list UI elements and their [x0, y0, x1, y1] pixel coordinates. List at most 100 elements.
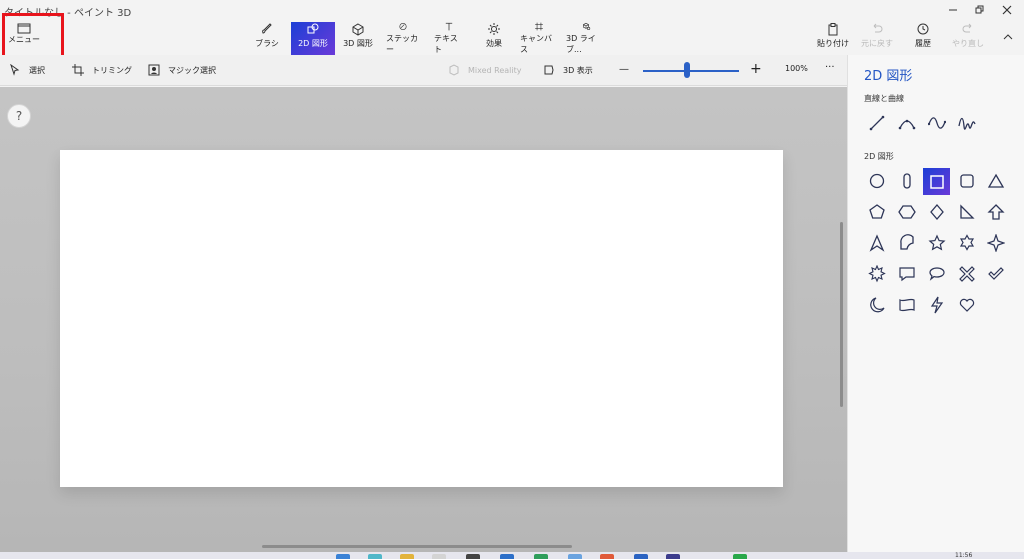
- minimize-button[interactable]: [940, 2, 966, 18]
- history-button[interactable]: 履歴: [910, 22, 936, 55]
- taskbar-app-icon[interactable]: [400, 554, 414, 559]
- line-shape-straight[interactable]: [865, 111, 889, 135]
- line-shape-wave[interactable]: [925, 111, 949, 135]
- shape-burst[interactable]: [865, 262, 889, 286]
- menu-button[interactable]: メニュー: [4, 22, 44, 54]
- shape-star-6[interactable]: [955, 231, 979, 255]
- history-label: 履歴: [915, 39, 931, 48]
- paste-icon: [828, 23, 838, 36]
- shape-quarter-circle[interactable]: [895, 231, 919, 255]
- zoom-level[interactable]: 100%: [785, 64, 808, 73]
- select-tool[interactable]: 選択: [9, 64, 45, 76]
- mixed-reality-icon: [449, 64, 459, 76]
- cursor-icon: [10, 64, 20, 76]
- shape-triangle[interactable]: [984, 169, 1008, 193]
- shape-pentagon[interactable]: [865, 200, 889, 224]
- zoom-out-button[interactable]: —: [619, 64, 629, 75]
- paste-button[interactable]: 貼り付け: [817, 22, 849, 55]
- tool-2d-shapes[interactable]: 2D 図形: [291, 22, 335, 55]
- zoom-in-button[interactable]: +: [750, 61, 762, 77]
- shape-speech-rect[interactable]: [895, 262, 919, 286]
- taskbar-app-icon[interactable]: [368, 554, 382, 559]
- shape-arrow-up[interactable]: [984, 200, 1008, 224]
- vertical-scrollbar[interactable]: [840, 222, 843, 407]
- taskbar-app-icon[interactable]: [534, 554, 548, 559]
- taskbar-app-icon[interactable]: [336, 554, 350, 559]
- mixed-reality-button[interactable]: Mixed Reality: [448, 64, 522, 76]
- shape-circle[interactable]: [865, 169, 889, 193]
- shape-checkmark[interactable]: [984, 262, 1008, 286]
- hexagon-icon: [898, 205, 916, 219]
- tool-3d-library[interactable]: 3D ライブ...: [566, 22, 606, 55]
- tool-stickers[interactable]: ステッカー: [386, 22, 420, 55]
- drawing-canvas[interactable]: [60, 150, 783, 487]
- top-ribbon: タイトルなし - ペイント 3D メニュー ブラシ 2D 図形 3D 図形 ステ…: [0, 0, 1024, 65]
- undo-icon: [873, 23, 883, 33]
- taskbar-app-icon[interactable]: [634, 554, 648, 559]
- close-icon: [1002, 5, 1012, 15]
- canvas-icon: [535, 22, 543, 31]
- tool-effects[interactable]: 効果: [482, 22, 506, 55]
- text-icon: [445, 22, 453, 31]
- crop-tool[interactable]: トリミング: [72, 64, 132, 76]
- view-3d-button[interactable]: 3D 表示: [543, 64, 593, 76]
- close-button[interactable]: [994, 2, 1020, 18]
- shape-speech-oval[interactable]: [925, 262, 949, 286]
- shape-crescent[interactable]: [865, 293, 889, 317]
- taskbar-app-icon[interactable]: [666, 554, 680, 559]
- taskbar-app-icon[interactable]: [466, 554, 480, 559]
- horizontal-scrollbar[interactable]: [262, 545, 572, 548]
- shape-heart[interactable]: [955, 293, 979, 317]
- line-shape-arc[interactable]: [895, 111, 919, 135]
- redo-button[interactable]: やり直し: [952, 22, 984, 55]
- panel-title: 2D 図形: [864, 69, 913, 84]
- magic-select-tool[interactable]: マジック選択: [148, 64, 216, 76]
- taskbar-app-icon[interactable]: [500, 554, 514, 559]
- shape-hexagon[interactable]: [895, 200, 919, 224]
- shape-capsule[interactable]: [895, 169, 919, 193]
- line-shape-zigzag[interactable]: [955, 111, 979, 135]
- taskbar-clock[interactable]: 11:56: [955, 552, 972, 559]
- tool-stickers-label: ステッカー: [386, 34, 418, 54]
- minimize-icon: [949, 9, 957, 11]
- shape-diamond[interactable]: [925, 200, 949, 224]
- tool-brush-label: ブラシ: [255, 39, 279, 48]
- cross-icon: [959, 266, 975, 282]
- zoom-slider-thumb[interactable]: [684, 62, 691, 78]
- heart-icon: [959, 298, 975, 312]
- tool-canvas-label: キャンバス: [520, 34, 552, 54]
- six-point-star-icon: [959, 234, 975, 251]
- tool-brush[interactable]: ブラシ: [253, 22, 281, 55]
- more-options-button[interactable]: ···: [825, 62, 835, 73]
- shape-lightning[interactable]: [925, 293, 949, 317]
- tool-canvas[interactable]: キャンバス: [520, 22, 558, 55]
- lightning-icon: [930, 296, 944, 314]
- magic-select-label: マジック選択: [168, 65, 216, 75]
- taskbar-app-icon[interactable]: [432, 554, 446, 559]
- tool-text[interactable]: テキスト: [434, 22, 464, 55]
- zoom-slider-track[interactable]: [643, 70, 739, 72]
- arrowhead-icon: [869, 234, 885, 252]
- shape-banner[interactable]: [895, 293, 919, 317]
- redo-icon: [962, 23, 972, 33]
- shape-cross[interactable]: [955, 262, 979, 286]
- shape-rounded-square[interactable]: [955, 169, 979, 193]
- view-3d-label: 3D 表示: [563, 65, 593, 75]
- shape-star-5[interactable]: [925, 231, 949, 255]
- shapes-panel: 2D 図形 直線と曲線 2D 図形: [847, 55, 1024, 552]
- capsule-icon: [903, 173, 911, 189]
- shape-square[interactable]: [923, 168, 950, 195]
- taskbar-app-icon[interactable]: [568, 554, 582, 559]
- zoom-out-label: —: [619, 64, 629, 75]
- undo-button[interactable]: 元に戻す: [861, 22, 893, 55]
- taskbar-app-icon[interactable]: [600, 554, 614, 559]
- restore-button[interactable]: [966, 2, 992, 18]
- shape-arrowhead[interactable]: [865, 231, 889, 255]
- tool-3d-shapes[interactable]: 3D 図形: [341, 22, 375, 55]
- shape-star-4[interactable]: [984, 231, 1008, 255]
- redo-label: やり直し: [952, 39, 984, 48]
- help-button[interactable]: ?: [7, 104, 31, 128]
- shape-right-triangle[interactable]: [955, 200, 979, 224]
- restore-icon: [975, 5, 984, 14]
- taskbar-app-icon[interactable]: [733, 554, 747, 559]
